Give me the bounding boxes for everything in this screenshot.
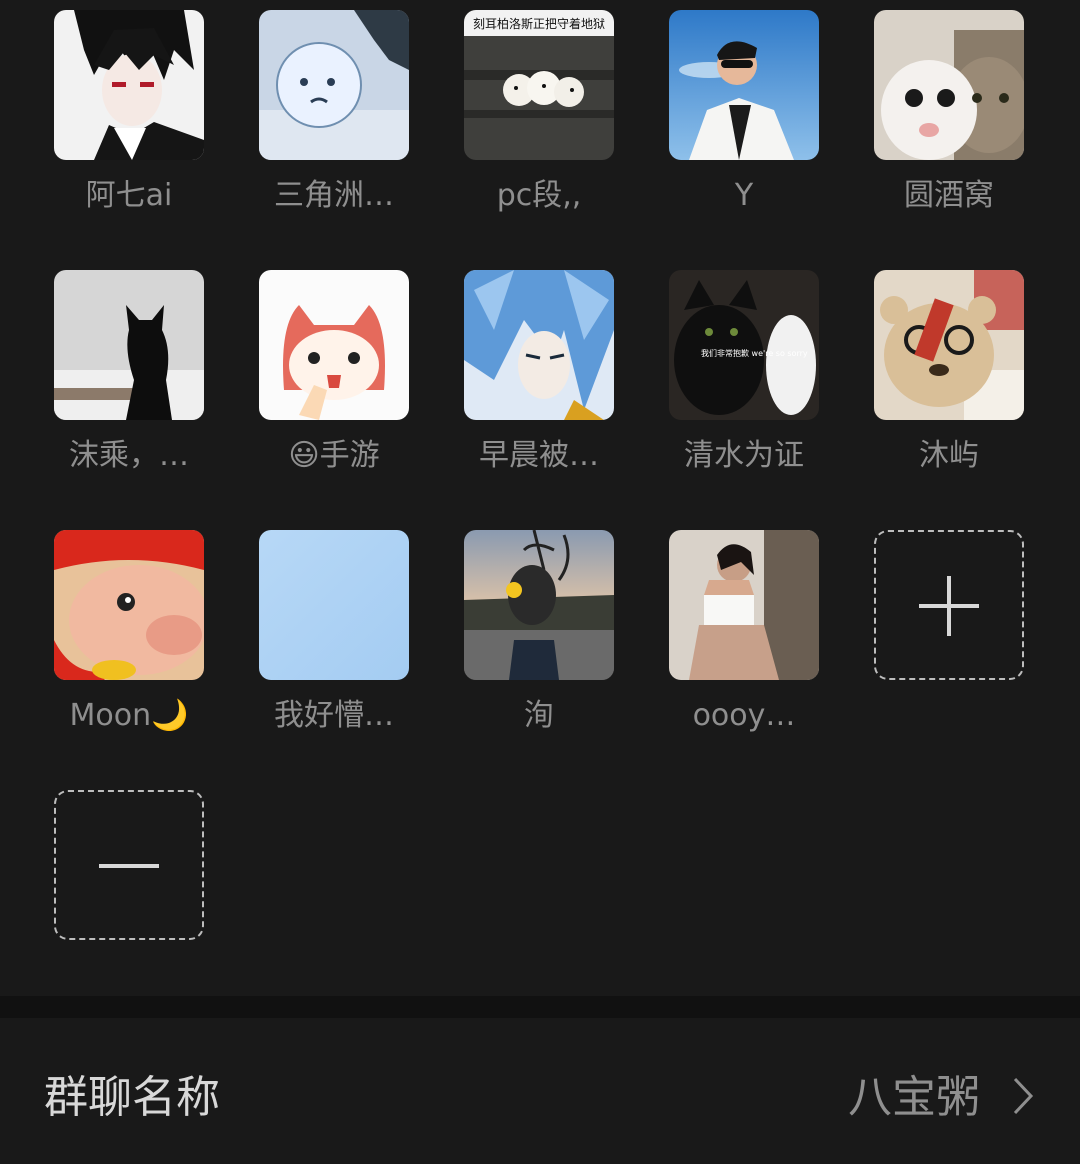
- member-name: Moon🌙: [69, 698, 189, 733]
- member-name: 圆酒窝: [904, 178, 994, 213]
- member-name: 清水为证: [684, 438, 804, 473]
- member-name: 我好懵…: [274, 698, 394, 733]
- member-avatar[interactable]: [54, 530, 204, 680]
- member-avatar[interactable]: 我们非常抱歉 we're so sorry: [669, 270, 819, 420]
- add-member-button[interactable]: [874, 530, 1024, 680]
- avatar-caption: 刻耳柏洛斯正把守着地狱: [473, 16, 605, 31]
- member-name: Y: [734, 178, 754, 213]
- member-avatar[interactable]: [54, 270, 204, 420]
- member-name: pc段,,: [496, 178, 582, 213]
- member-name: 阿七ai: [85, 178, 173, 213]
- member-avatar[interactable]: [874, 10, 1024, 160]
- member-grid: 阿七ai 三角洲… 刻耳柏洛斯正把守着地狱 pc段,, Y 圆酒窝 沫乘，… 😃…: [0, 0, 1080, 996]
- member-avatar[interactable]: [669, 530, 819, 680]
- member-avatar[interactable]: 刻耳柏洛斯正把守着地狱: [464, 10, 614, 160]
- member-name: 沫乘，…: [69, 438, 189, 473]
- member-avatar[interactable]: [464, 530, 614, 680]
- member-avatar[interactable]: [259, 270, 409, 420]
- avatar-caption: 我们非常抱歉 we're so sorry: [701, 348, 808, 358]
- member-avatar[interactable]: [259, 10, 409, 160]
- plus-icon: [919, 576, 979, 636]
- member-name: 三角洲…: [274, 178, 394, 213]
- minus-icon: [99, 864, 159, 868]
- member-name: 沐屿: [919, 438, 979, 473]
- section-divider: [0, 996, 1080, 1018]
- member-name: oooy…: [692, 698, 796, 733]
- member-avatar[interactable]: [259, 530, 409, 680]
- member-avatar[interactable]: [464, 270, 614, 420]
- group-name-label: 群聊名称: [44, 1072, 220, 1123]
- member-name: 早晨被…: [479, 438, 599, 473]
- group-name-row[interactable]: 群聊名称 八宝粥: [0, 1018, 1080, 1164]
- member-avatar[interactable]: [669, 10, 819, 160]
- chevron-right-icon: [1013, 1077, 1034, 1115]
- remove-member-button[interactable]: [54, 790, 204, 940]
- member-avatar[interactable]: [54, 10, 204, 160]
- group-name-value: 八宝粥: [848, 1072, 980, 1123]
- member-name: 洵: [524, 698, 554, 733]
- member-avatar[interactable]: [874, 270, 1024, 420]
- member-name: 😃手游: [288, 438, 380, 473]
